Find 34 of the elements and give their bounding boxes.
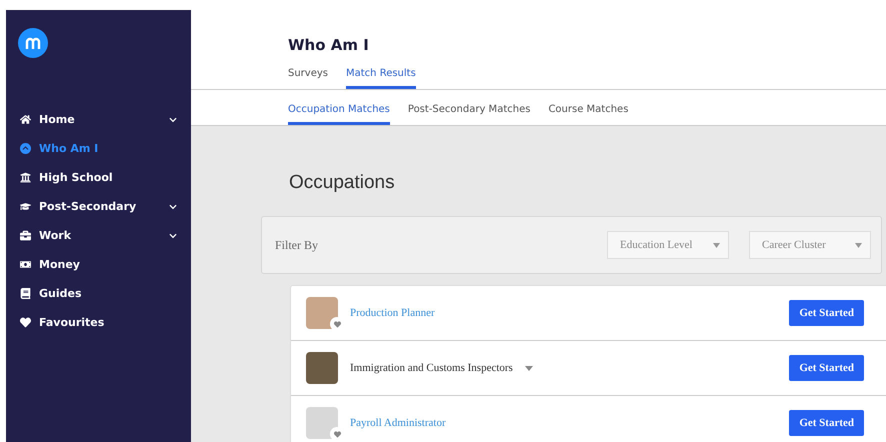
home-icon (20, 114, 31, 125)
get-started-button[interactable]: Get Started (789, 410, 864, 436)
book-icon (20, 288, 31, 299)
photo-placeholder (306, 352, 338, 384)
get-started-button[interactable]: Get Started (789, 355, 864, 381)
sidebar-item[interactable]: Favourites (6, 308, 191, 337)
sidebar-item[interactable]: Work (6, 221, 191, 250)
tab[interactable]: Match Results (346, 68, 416, 89)
briefcase-icon (20, 230, 31, 241)
sidebar-item[interactable]: Post-Secondary (6, 192, 191, 221)
chevron-icon (169, 116, 177, 124)
caret-icon (855, 240, 862, 250)
graduation-cap-icon (20, 201, 31, 212)
filter-label: Filter By (275, 238, 320, 252)
caret-icon (713, 240, 720, 250)
sidebar-item[interactable]: Home (6, 105, 191, 134)
logo-icon[interactable] (18, 28, 48, 58)
sidebar-item[interactable]: Money (6, 250, 191, 279)
sidebar-item[interactable]: Guides (6, 279, 191, 308)
section-heading: Occupations (289, 172, 396, 194)
tab[interactable]: Post-Secondary Matches (408, 104, 530, 125)
heart-icon (20, 317, 31, 328)
tab[interactable]: Course Matches (548, 104, 628, 125)
chevron-icon (169, 232, 177, 240)
sidebar-item[interactable]: High School (6, 163, 191, 192)
tab[interactable]: Surveys (288, 68, 328, 89)
caret-icon[interactable] (524, 366, 533, 370)
occupation-name: Immigration and Customs Inspectors (350, 362, 513, 374)
get-started-button[interactable]: Get Started (789, 300, 864, 326)
building-icon (20, 172, 31, 183)
banknote-icon (20, 259, 31, 270)
page-title: Who Am I (288, 36, 370, 54)
sidebar-item[interactable]: Who Am I (6, 134, 191, 163)
chevron-icon (169, 202, 177, 210)
